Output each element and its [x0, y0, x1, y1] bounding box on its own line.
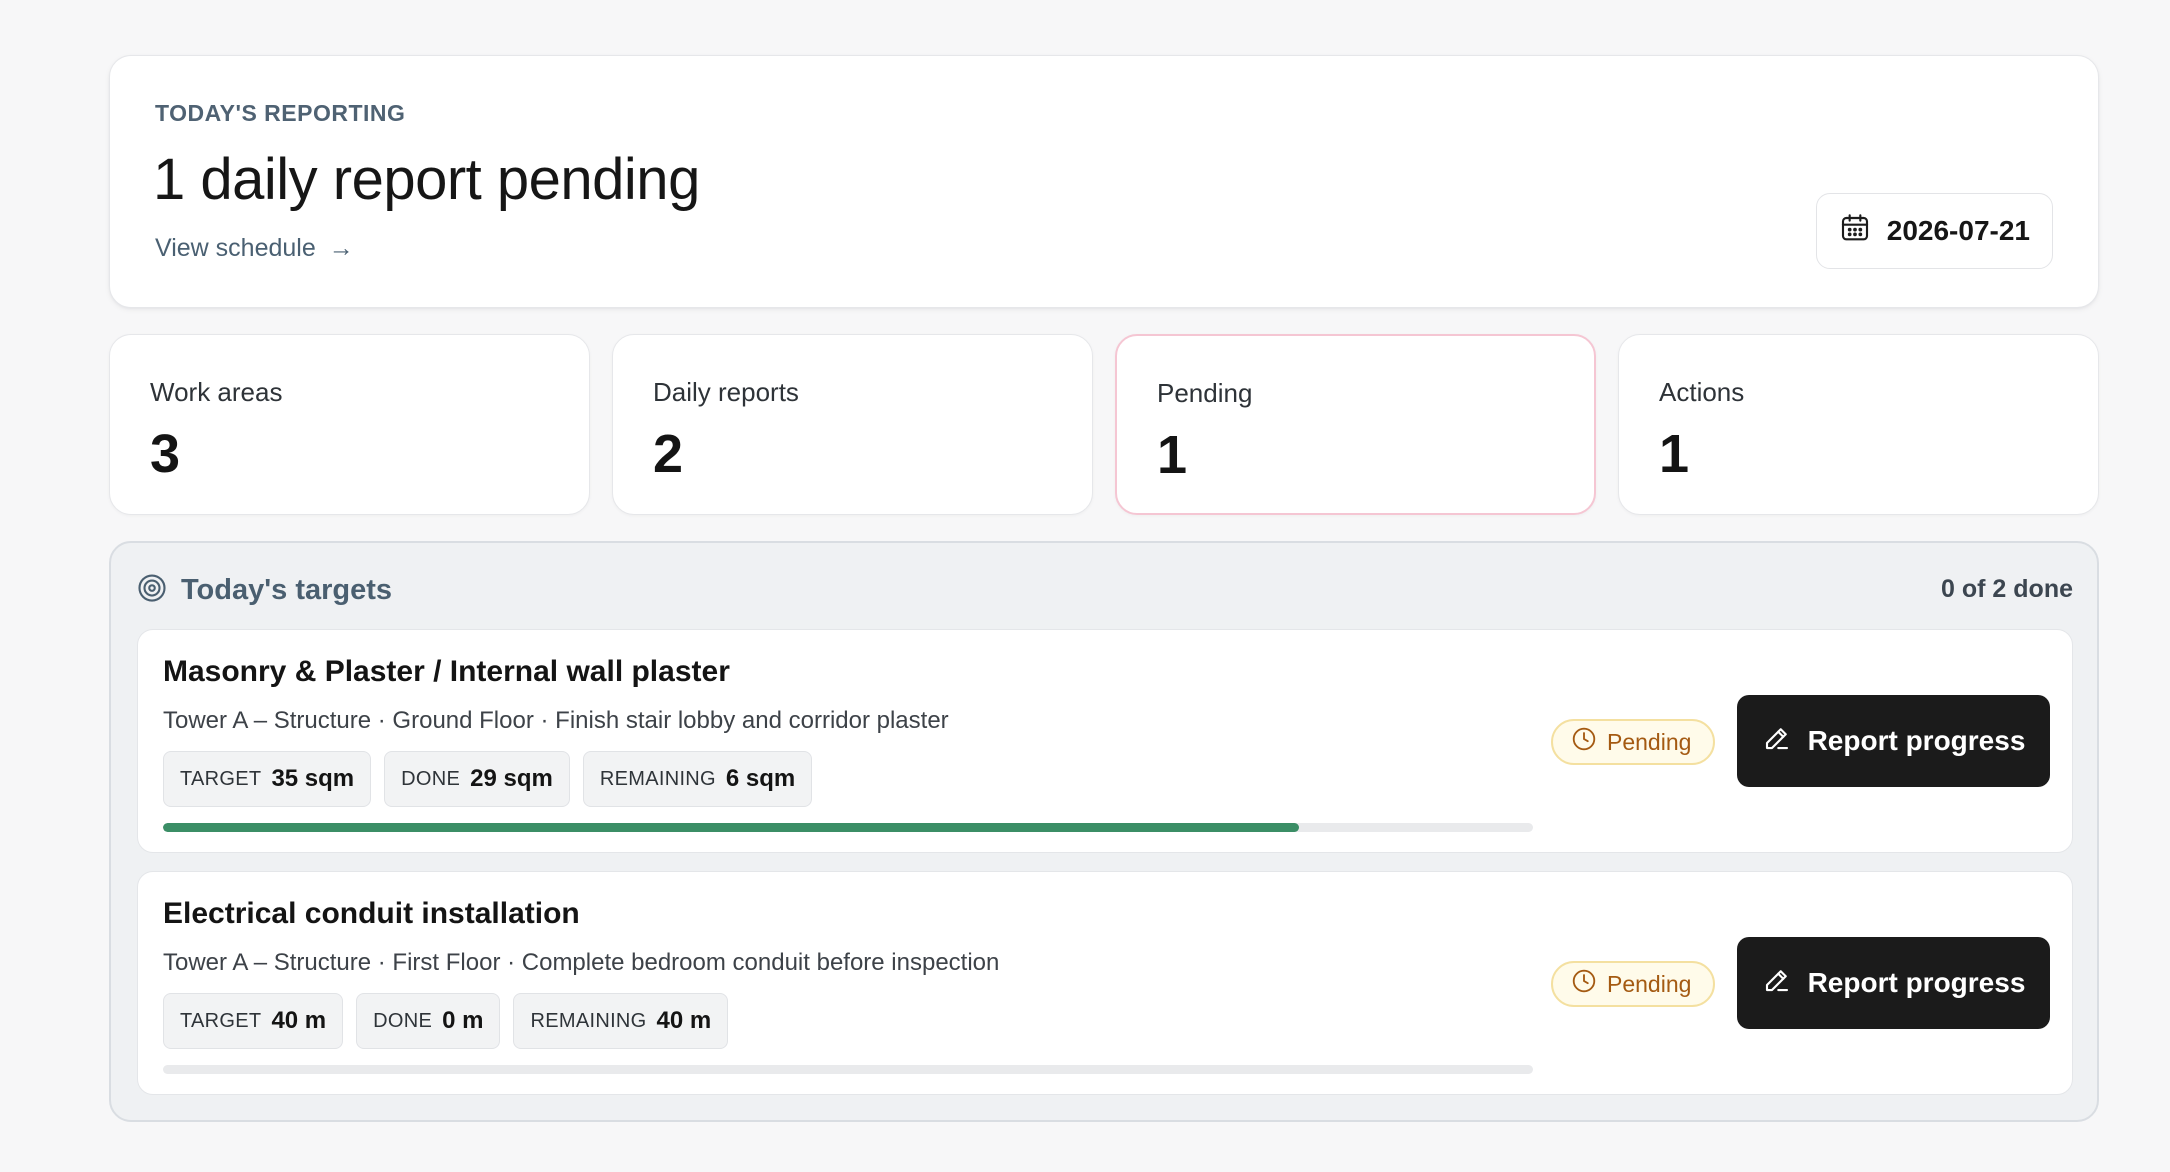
target-title: Electrical conduit installation [163, 897, 580, 930]
metric-remaining: REMAINING 6 sqm [582, 751, 813, 807]
stat-value: 1 [1157, 425, 1188, 485]
targets-title: Today's targets [181, 574, 393, 606]
status-label: Pending [1607, 728, 1692, 755]
report-progress-button[interactable]: Report progress [1737, 695, 2050, 787]
status-label: Pending [1607, 970, 1692, 997]
target-metrics: TARGET 40 m DONE 0 m REMAINING 40 m [163, 993, 729, 1049]
stat-label: Pending [1157, 378, 1253, 408]
calendar-icon [1839, 212, 1871, 251]
metric-key: TARGET [180, 1009, 262, 1032]
targets-header: Today's targets [137, 573, 392, 608]
target-icon [137, 573, 167, 608]
stat-label: Work areas [150, 377, 283, 407]
status-badge: Pending [1551, 719, 1716, 765]
clock-icon [1571, 726, 1597, 758]
metric-key: REMAINING [530, 1009, 647, 1032]
progress-fill [163, 823, 1299, 832]
metric-remaining: REMAINING 40 m [513, 993, 729, 1049]
arrow-right-icon: → [328, 234, 354, 262]
clock-icon [1571, 968, 1597, 1000]
progress-bar [163, 1065, 1533, 1074]
stat-value: 1 [1659, 424, 1690, 484]
metric-key: DONE [401, 767, 461, 790]
metric-done: DONE 29 sqm [384, 751, 570, 807]
date-picker-button[interactable]: 2026-07-21 [1815, 193, 2053, 269]
page-title: 1 daily report pending [153, 147, 700, 212]
target-subtitle: Tower A – Structure · First Floor · Comp… [163, 949, 1000, 976]
report-progress-label: Report progress [1807, 967, 2026, 998]
eyebrow-label: TODAY'S REPORTING [155, 100, 406, 126]
stat-label: Actions [1659, 377, 1745, 407]
metric-done: DONE 0 m [356, 993, 501, 1049]
metric-value: 0 m [442, 1007, 484, 1034]
metric-key: DONE [373, 1009, 433, 1032]
metric-value: 35 sqm [271, 765, 355, 792]
view-schedule-label: View schedule [155, 234, 316, 262]
target-item: Electrical conduit installation Tower A … [137, 871, 2073, 1095]
pencil-icon [1762, 723, 1792, 760]
metric-value: 29 sqm [470, 765, 553, 792]
date-value: 2026-07-21 [1886, 215, 2030, 246]
metric-value: 40 m [656, 1007, 712, 1034]
stat-card-actions: Actions 1 [1618, 334, 2099, 515]
metric-target: TARGET 40 m [163, 993, 344, 1049]
reporting-summary-card: TODAY'S REPORTING 1 daily report pending… [109, 55, 2099, 308]
dashboard: TODAY'S REPORTING 1 daily report pending… [109, 55, 2099, 1122]
targets-done-count: 0 of 2 done [1941, 575, 2073, 603]
target-subtitle: Tower A – Structure · Ground Floor · Fin… [163, 707, 949, 734]
pencil-icon [1762, 965, 1792, 1002]
report-progress-label: Report progress [1807, 725, 2026, 756]
status-badge: Pending [1551, 961, 1716, 1007]
metric-value: 6 sqm [725, 765, 796, 792]
metric-key: REMAINING [599, 767, 716, 790]
stat-value: 3 [150, 424, 181, 484]
stat-card-work-areas: Work areas 3 [109, 334, 590, 515]
stat-card-pending: Pending 1 [1115, 334, 1596, 515]
report-progress-button[interactable]: Report progress [1737, 937, 2050, 1029]
stat-label: Daily reports [653, 377, 799, 407]
todays-targets-panel: Today's targets 0 of 2 done Masonry & Pl… [109, 541, 2099, 1122]
target-item: Masonry & Plaster / Internal wall plaste… [137, 629, 2073, 853]
metric-key: TARGET [180, 767, 262, 790]
target-metrics: TARGET 35 sqm DONE 29 sqm REMAINING 6 sq… [163, 751, 813, 807]
stat-card-daily-reports: Daily reports 2 [612, 334, 1093, 515]
metric-target: TARGET 35 sqm [163, 751, 372, 807]
view-schedule-link[interactable]: View schedule → [155, 234, 354, 263]
target-title: Masonry & Plaster / Internal wall plaste… [163, 655, 730, 688]
progress-bar [163, 823, 1533, 832]
stats-row: Work areas 3 Daily reports 2 Pending 1 A… [109, 334, 2099, 515]
stat-value: 2 [653, 424, 684, 484]
metric-value: 40 m [271, 1007, 327, 1034]
